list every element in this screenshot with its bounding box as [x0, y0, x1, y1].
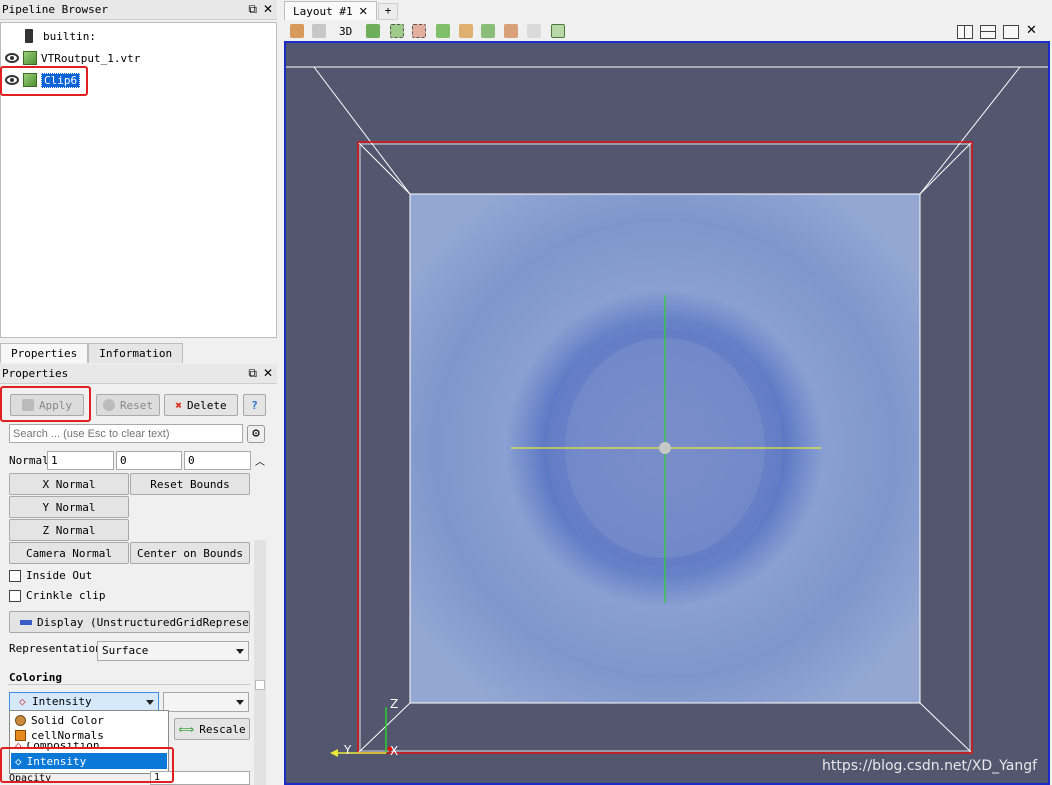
cell-data-icon	[15, 729, 26, 741]
select-frustum-points-icon[interactable]	[459, 24, 473, 38]
source-cube-icon	[23, 51, 37, 65]
pipeline-item-builtin[interactable]: builtin:	[25, 26, 96, 46]
center-on-bounds-button[interactable]: Center on Bounds	[130, 542, 250, 564]
display-section-button[interactable]: Display (UnstructuredGridRepresen	[9, 611, 250, 633]
pipeline-browser-title: Pipeline Browser	[2, 3, 108, 16]
coloring-heading: Coloring	[9, 671, 62, 684]
y-normal-button[interactable]: Y Normal	[9, 496, 129, 518]
rescale-button[interactable]: ⟺ Rescale	[174, 718, 250, 740]
mode-3d-toggle[interactable]: 3D	[339, 25, 352, 38]
highlight-apply	[0, 386, 91, 422]
divider	[8, 684, 250, 685]
close-icon[interactable]: ✕	[263, 2, 273, 16]
normal-label: Normal	[9, 454, 49, 467]
select-frustum-icon[interactable]	[436, 24, 450, 38]
close-icon[interactable]: ✕	[263, 366, 273, 380]
axis-y-label: Y	[344, 743, 352, 757]
help-button[interactable]: ?	[243, 394, 266, 416]
add-layout-tab[interactable]: +	[378, 3, 398, 20]
representation-select[interactable]: Surface	[97, 641, 249, 661]
coloring-select[interactable]: ◇ Intensity	[9, 692, 159, 712]
pipeline-browser-titlebar: Pipeline Browser ⧉ ✕	[0, 0, 277, 20]
reset-bounds-button[interactable]: Reset Bounds	[130, 473, 250, 495]
properties-panel: Apply Reset ✖ Delete ? ⚙ Normal 1 0 0 ︿ …	[0, 385, 277, 785]
camera-normal-button[interactable]: Camera Normal	[9, 542, 129, 564]
close-view-icon[interactable]: ✕	[1026, 23, 1037, 38]
chevron-down-icon	[236, 649, 244, 654]
screenshot-icon[interactable]	[366, 24, 380, 38]
spreadsheet-icon[interactable]	[551, 24, 565, 38]
split-horizontal-icon[interactable]	[957, 25, 973, 39]
tab-layout-1[interactable]: Layout #1 ✕	[284, 1, 377, 20]
axis-z-label: Z	[390, 697, 399, 711]
maximize-icon[interactable]	[1003, 25, 1019, 39]
render-scene	[286, 66, 1048, 757]
crinkle-clip-checkbox[interactable]: Crinkle clip	[9, 589, 105, 602]
z-normal-button[interactable]: Z Normal	[9, 519, 129, 541]
search-input[interactable]	[9, 424, 243, 443]
chevron-down-icon	[236, 700, 244, 705]
chevron-down-icon	[146, 700, 154, 705]
display-bar-icon	[20, 619, 32, 625]
render-view[interactable]: Z Y X https://blog.csdn.net/XD_Yangf	[284, 41, 1050, 785]
split-vertical-icon[interactable]	[980, 25, 996, 39]
reset-camera-icon[interactable]	[290, 24, 304, 38]
properties-tabs: Properties Information	[0, 343, 184, 363]
reset-icon	[102, 399, 115, 411]
interactive-select-icon[interactable]	[527, 24, 541, 38]
normal-z-field[interactable]: 0	[184, 451, 251, 470]
scrollbar[interactable]	[254, 540, 266, 785]
tab-information[interactable]: Information	[88, 343, 184, 363]
watermark: https://blog.csdn.net/XD_Yangf	[822, 758, 1038, 774]
properties-title: Properties	[2, 367, 69, 380]
scrollbar-thumb[interactable]	[255, 680, 265, 690]
tab-properties[interactable]: Properties	[0, 343, 89, 363]
float-icon[interactable]: ⧉	[248, 366, 257, 380]
component-select[interactable]	[163, 692, 249, 712]
normal-y-field[interactable]: 0	[116, 451, 182, 470]
scroll-up-icon[interactable]: ︿	[255, 453, 265, 468]
properties-titlebar: Properties ⧉ ✕	[0, 364, 277, 384]
inside-out-checkbox[interactable]: Inside Out	[9, 569, 92, 582]
gear-icon[interactable]: ⚙	[247, 425, 265, 443]
select-cells-icon[interactable]	[390, 24, 404, 38]
normal-x-field[interactable]: 1	[47, 451, 114, 470]
close-tab-icon[interactable]: ✕	[359, 5, 368, 18]
delete-x-icon: ✖	[175, 398, 182, 412]
highlight-intensity	[0, 747, 174, 783]
representation-label: Representation	[9, 642, 102, 655]
axis-x-label: X	[390, 744, 399, 758]
server-icon	[25, 29, 33, 43]
checkbox-box[interactable]	[9, 569, 21, 582]
visibility-eye-icon[interactable]	[5, 53, 19, 63]
select-polygon-points-icon[interactable]	[504, 24, 518, 38]
select-polygon-cells-icon[interactable]	[481, 24, 495, 38]
delete-button[interactable]: ✖ Delete	[164, 394, 238, 416]
rescale-icon: ⟺	[178, 722, 195, 736]
highlight-clip6	[0, 66, 88, 96]
option-solid-color[interactable]: Solid Color	[11, 712, 167, 728]
reset-button[interactable]: Reset	[96, 394, 160, 416]
float-icon[interactable]: ⧉	[248, 2, 257, 16]
pipeline-item-vtroutput[interactable]: VTRoutput_1.vtr	[5, 48, 140, 68]
point-data-icon: ◇	[19, 695, 26, 708]
checkbox-box[interactable]	[9, 589, 21, 602]
zoom-data-icon[interactable]	[312, 24, 326, 38]
select-points-icon[interactable]	[412, 24, 426, 38]
x-normal-button[interactable]: X Normal	[9, 473, 129, 495]
solid-color-icon	[15, 714, 26, 726]
option-cellnormals[interactable]: cellNormals	[11, 727, 167, 743]
